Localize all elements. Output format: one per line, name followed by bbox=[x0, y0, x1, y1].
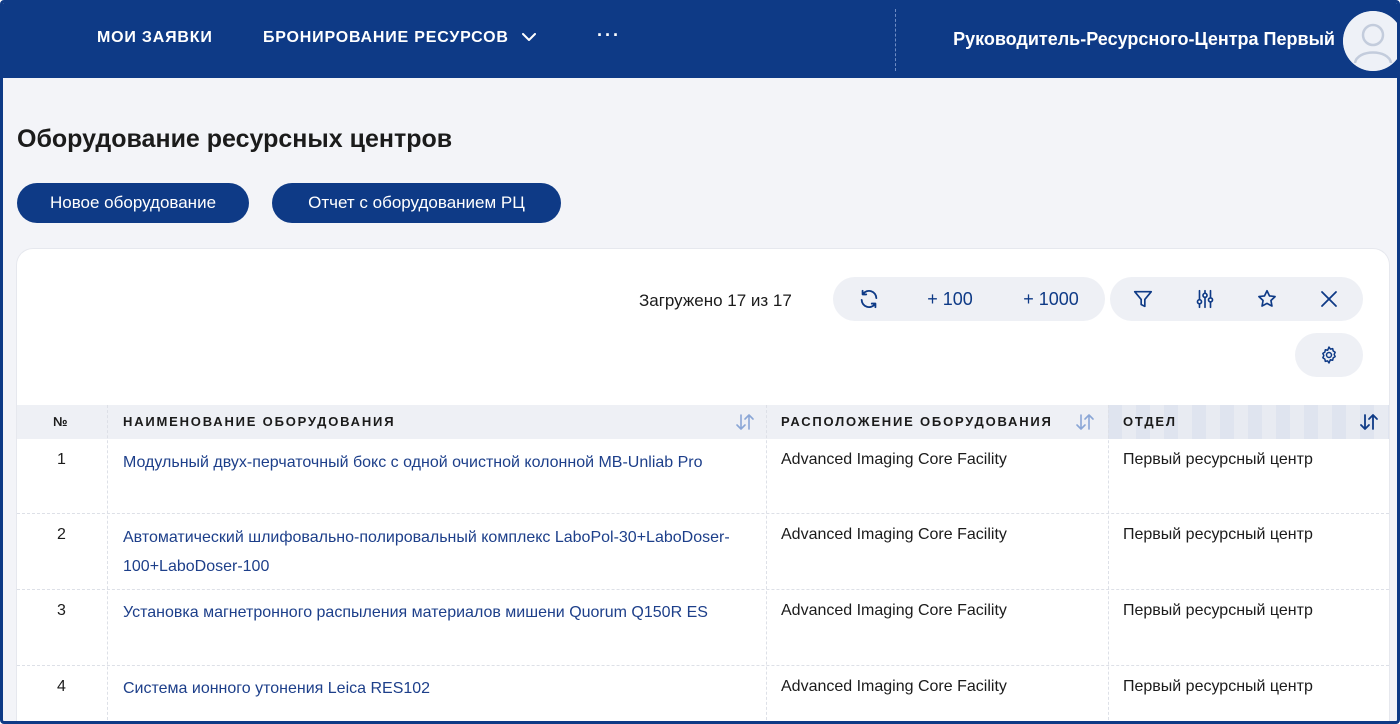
close-icon[interactable] bbox=[1314, 277, 1344, 321]
gear-icon[interactable] bbox=[1314, 333, 1344, 377]
top-nav-bar: МОИ ЗАЯВКИ БРОНИРОВАНИЕ РЕСУРСОВ ··· Рук… bbox=[3, 3, 1397, 78]
page-title: Оборудование ресурсных центров bbox=[17, 125, 453, 153]
equipment-location: Advanced Imaging Core Facility bbox=[781, 602, 1007, 619]
equipment-location: Advanced Imaging Core Facility bbox=[781, 451, 1007, 468]
column-header-number: № bbox=[53, 414, 68, 429]
sort-icon[interactable] bbox=[735, 413, 755, 436]
filter-icon[interactable] bbox=[1128, 277, 1158, 321]
user-avatar-icon[interactable] bbox=[1343, 11, 1397, 71]
load-more-group: + 100 + 1000 bbox=[833, 277, 1105, 321]
row-number: 3 bbox=[57, 602, 66, 619]
equipment-name-link[interactable]: Установка магнетронного распыления матер… bbox=[123, 598, 753, 627]
table-header-row: № НАИМЕНОВАНИЕ ОБОРУДОВАНИЯ РАСПОЛОЖЕНИЕ… bbox=[17, 405, 1389, 439]
table-row[interactable]: 4 Система ионного утонения Leica RES102 … bbox=[17, 666, 1389, 721]
loaded-count: Загружено 17 из 17 bbox=[639, 291, 792, 310]
nav-booking-resources[interactable]: БРОНИРОВАНИЕ РЕСУРСОВ bbox=[263, 29, 536, 47]
new-equipment-button[interactable]: Новое оборудование bbox=[17, 183, 249, 223]
nav-my-requests[interactable]: МОИ ЗАЯВКИ bbox=[97, 29, 213, 47]
column-header-name[interactable]: НАИМЕНОВАНИЕ ОБОРУДОВАНИЯ bbox=[123, 405, 395, 439]
nav-booking-label: БРОНИРОВАНИЕ РЕСУРСОВ bbox=[263, 29, 509, 47]
table-row[interactable]: 3 Установка магнетронного распыления мат… bbox=[17, 590, 1389, 666]
sort-icon[interactable] bbox=[1359, 413, 1379, 436]
equipment-card: Загружено 17 из 17 + 100 + 1000 № НАИМЕН… bbox=[17, 249, 1389, 721]
refresh-icon[interactable] bbox=[851, 277, 887, 321]
nav-more-menu[interactable]: ··· bbox=[597, 25, 621, 46]
row-number: 1 bbox=[57, 451, 66, 468]
equipment-report-button[interactable]: Отчет с оборудованием РЦ bbox=[272, 183, 561, 223]
user-name[interactable]: Руководитель-Ресурсного-Центра Первый bbox=[953, 29, 1335, 50]
load-1000-button[interactable]: + 1000 bbox=[1005, 277, 1097, 321]
sort-icon[interactable] bbox=[1075, 413, 1095, 436]
column-header-department[interactable]: ОТДЕЛ bbox=[1123, 405, 1177, 439]
equipment-department: Первый ресурсный центр bbox=[1123, 678, 1313, 695]
equipment-department: Первый ресурсный центр bbox=[1123, 602, 1313, 619]
table-row[interactable]: 1 Модульный двух-перчаточный бокс с одно… bbox=[17, 439, 1389, 514]
chevron-down-icon bbox=[521, 29, 536, 47]
equipment-name-link[interactable]: Система ионного утонения Leica RES102 bbox=[123, 674, 753, 703]
table-row[interactable]: 2 Автоматический шлифовально-полировальн… bbox=[17, 514, 1389, 590]
equipment-department: Первый ресурсный центр bbox=[1123, 451, 1313, 468]
star-icon[interactable] bbox=[1252, 277, 1282, 321]
equipment-name-link[interactable]: Модульный двух-перчаточный бокс с одной … bbox=[123, 448, 753, 477]
column-header-location[interactable]: РАСПОЛОЖЕНИЕ ОБОРУДОВАНИЯ bbox=[781, 405, 1053, 439]
row-number: 4 bbox=[57, 678, 66, 695]
load-100-button[interactable]: + 100 bbox=[913, 277, 987, 321]
equipment-name-link[interactable]: Автоматический шлифовально-полировальный… bbox=[123, 523, 753, 581]
table-tools-group bbox=[1110, 277, 1363, 321]
equipment-department: Первый ресурсный центр bbox=[1123, 526, 1313, 543]
equipment-location: Advanced Imaging Core Facility bbox=[781, 678, 1007, 695]
equipment-location: Advanced Imaging Core Facility bbox=[781, 526, 1007, 543]
app-window: МОИ ЗАЯВКИ БРОНИРОВАНИЕ РЕСУРСОВ ··· Рук… bbox=[0, 0, 1400, 724]
row-number: 2 bbox=[57, 526, 66, 543]
nav-divider bbox=[895, 9, 896, 71]
sliders-icon[interactable] bbox=[1190, 277, 1220, 321]
settings-group bbox=[1295, 333, 1363, 377]
